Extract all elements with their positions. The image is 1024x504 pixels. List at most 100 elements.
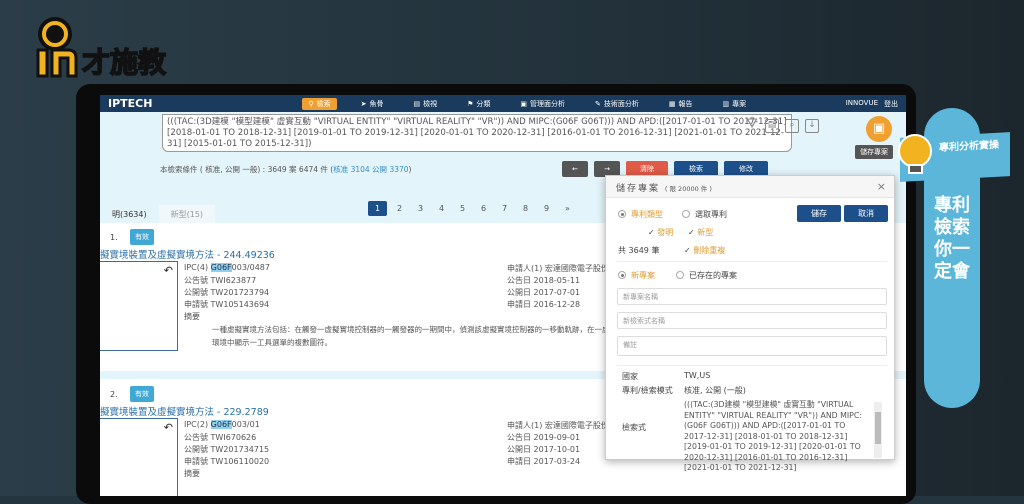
application-date: 申請日 2017-03-24: [507, 456, 580, 467]
application-number: 申請號 TW106110020: [184, 456, 269, 467]
rotate-icon[interactable]: ↶: [164, 264, 173, 277]
save-project-button[interactable]: ▣: [866, 116, 892, 142]
publication-date: 公告日 2019-09-01: [507, 432, 580, 443]
query-name-input[interactable]: 新檢索式名稱: [617, 312, 887, 329]
check-invention[interactable]: ✓ 發明: [648, 227, 673, 238]
page-7[interactable]: 7: [494, 201, 515, 216]
dialog-save-button[interactable]: 儲存: [797, 205, 841, 222]
page-6[interactable]: 6: [473, 201, 494, 216]
check-icon: ✓: [684, 246, 693, 255]
page-1[interactable]: 1: [368, 201, 387, 216]
filter-icon[interactable]: ⛛: [745, 119, 759, 133]
svg-text:才施教: 才施教: [82, 46, 166, 79]
result-tabs: 明(3634) 新型(15): [100, 205, 215, 224]
result-title[interactable]: 擬實境裝置及虛擬實境方法 - 244.49236: [100, 247, 275, 261]
divider: [617, 365, 887, 366]
total-count: 共 3649 筆: [618, 245, 659, 256]
ipc-code: 003/0487: [232, 263, 270, 272]
dialog-header: 儲存專案 ( 限 20000 件 ): [606, 176, 894, 198]
result-title[interactable]: 擬實境裝置及虛擬實境方法 - 229.2789: [100, 404, 269, 418]
page-8[interactable]: 8: [515, 201, 536, 216]
radio-select-patent[interactable]: 選取專利: [682, 209, 727, 220]
tab-utility[interactable]: 新型(15): [159, 205, 215, 224]
note-textarea[interactable]: 備註: [617, 336, 887, 356]
patent-thumbnail[interactable]: ↶: [100, 418, 178, 496]
page-2[interactable]: 2: [389, 201, 410, 216]
country-label: 國家: [622, 371, 638, 382]
radio-label: 新專案: [631, 271, 655, 280]
application-number: 申請號 TW105143694: [184, 299, 269, 310]
open-number: 公開號 TW201734715: [184, 444, 269, 455]
condition-text: 本檢索條件 ( 核准, 公開 一般) : 3649 案 6474 件 (: [160, 165, 333, 174]
dialog-title: 儲存專案: [616, 184, 660, 194]
clipboard-download-icon[interactable]: ↓: [805, 119, 819, 133]
nav-search[interactable]: ⚲ 檢索: [302, 98, 336, 110]
save-project-dialog: 儲存專案 ( 限 20000 件 ) × 專利類型 選取專利 儲存 取消 ✓ 發…: [605, 175, 895, 460]
nav-classify[interactable]: ⚑分類: [467, 99, 490, 109]
nav-label: 魚骨: [369, 99, 383, 109]
nav-label: 檢視: [423, 99, 437, 109]
document-search-icon[interactable]: ⌕: [785, 119, 799, 133]
nav-label: 報告: [679, 99, 693, 109]
nav-label: 管理面分析: [530, 99, 565, 109]
query-textarea[interactable]: (((TAC:(3D建模 "模型建模" 虛實互動 "VIRTUAL ENTITY…: [162, 114, 792, 152]
applicant: 申請人(1) 宏達國際電子股份: [507, 420, 609, 431]
radio-patent-type[interactable]: 專利類型: [618, 209, 663, 220]
page-9[interactable]: 9: [536, 201, 557, 216]
page-3[interactable]: 3: [410, 201, 431, 216]
view-icon: ▤: [413, 100, 420, 108]
nav-label: 技術面分析: [604, 99, 639, 109]
nav-project[interactable]: ▥專案: [723, 99, 747, 109]
nav-fishbone[interactable]: ➤魚骨: [361, 99, 384, 109]
page-next[interactable]: »: [557, 201, 578, 216]
pagination: 1 2 3 4 5 6 7 8 9 »: [368, 201, 578, 216]
check-dedupe[interactable]: ✓ 刪除重複: [684, 245, 725, 256]
nav-label: 檢索: [317, 99, 331, 109]
radio-label: 專利類型: [631, 210, 663, 219]
radio-existing-project[interactable]: 已存在的專案: [676, 270, 737, 281]
abstract-label: 摘要: [184, 468, 200, 479]
nav-report[interactable]: ▦報告: [669, 99, 693, 109]
applicant: 申請人(1) 宏達國際電子股份: [507, 263, 609, 274]
radio-icon: [618, 271, 626, 279]
radio-icon: [618, 210, 626, 218]
condition-link[interactable]: 核准 3104 公開 3370: [333, 165, 408, 174]
radio-new-project[interactable]: 新專案: [618, 270, 655, 281]
abstract-text: 一種虛擬實境方法包括：在觸發一虛擬實境控制器的一觸發器的一期間中，偵測該虛擬實境…: [212, 323, 632, 349]
nav-tech-analysis[interactable]: ✎技術面分析: [595, 99, 639, 109]
back-button[interactable]: ←: [562, 161, 588, 177]
application-date: 申請日 2016-12-28: [507, 299, 580, 310]
page-4[interactable]: 4: [431, 201, 452, 216]
radio-label: 已存在的專案: [689, 271, 737, 280]
open-number: 公開號 TW201723794: [184, 287, 269, 298]
ipc-label: IPC(2): [184, 420, 208, 429]
table-view-icon[interactable]: ▤: [765, 119, 779, 133]
nav-view[interactable]: ▤檢視: [413, 99, 437, 109]
country-value: TW,US: [684, 371, 710, 380]
page-5[interactable]: 5: [452, 201, 473, 216]
nav-label: 分類: [476, 99, 490, 109]
abstract-label: 摘要: [184, 311, 200, 322]
close-icon[interactable]: ×: [877, 180, 886, 193]
brand: IPTECH: [108, 97, 152, 110]
tab-invention[interactable]: 明(3634): [100, 205, 159, 224]
flag-icon: ⚑: [467, 100, 473, 108]
logout-link[interactable]: 登出: [884, 99, 898, 109]
dialog-cancel-button[interactable]: 取消: [844, 205, 888, 222]
open-date: 公開日 2017-07-01: [507, 287, 580, 298]
open-date: 公開日 2017-10-01: [507, 444, 580, 455]
project-name-input[interactable]: 新專案名稱: [617, 288, 887, 305]
nav-label: 專案: [732, 99, 746, 109]
check-utility[interactable]: ✓ 新型: [688, 227, 713, 238]
search-icon: ⚲: [308, 100, 313, 108]
nav-management-analysis[interactable]: ▣管理面分析: [520, 99, 565, 109]
tooltip: 儲存專案: [855, 145, 893, 159]
patent-thumbnail[interactable]: ↶: [100, 261, 178, 351]
scrollbar[interactable]: [874, 402, 882, 458]
rotate-icon[interactable]: ↶: [164, 421, 173, 434]
scrollbar-thumb[interactable]: [875, 412, 881, 444]
query-label: 檢索式: [622, 422, 646, 433]
lightbulb-base-icon: [908, 164, 923, 174]
publication-number: 公告號 TWI670626: [184, 432, 256, 443]
top-nav: IPTECH ⚲ 檢索 ➤魚骨 ▤檢視 ⚑分類 ▣管理面分析 ✎技術面分析 ▦報告…: [100, 95, 906, 112]
